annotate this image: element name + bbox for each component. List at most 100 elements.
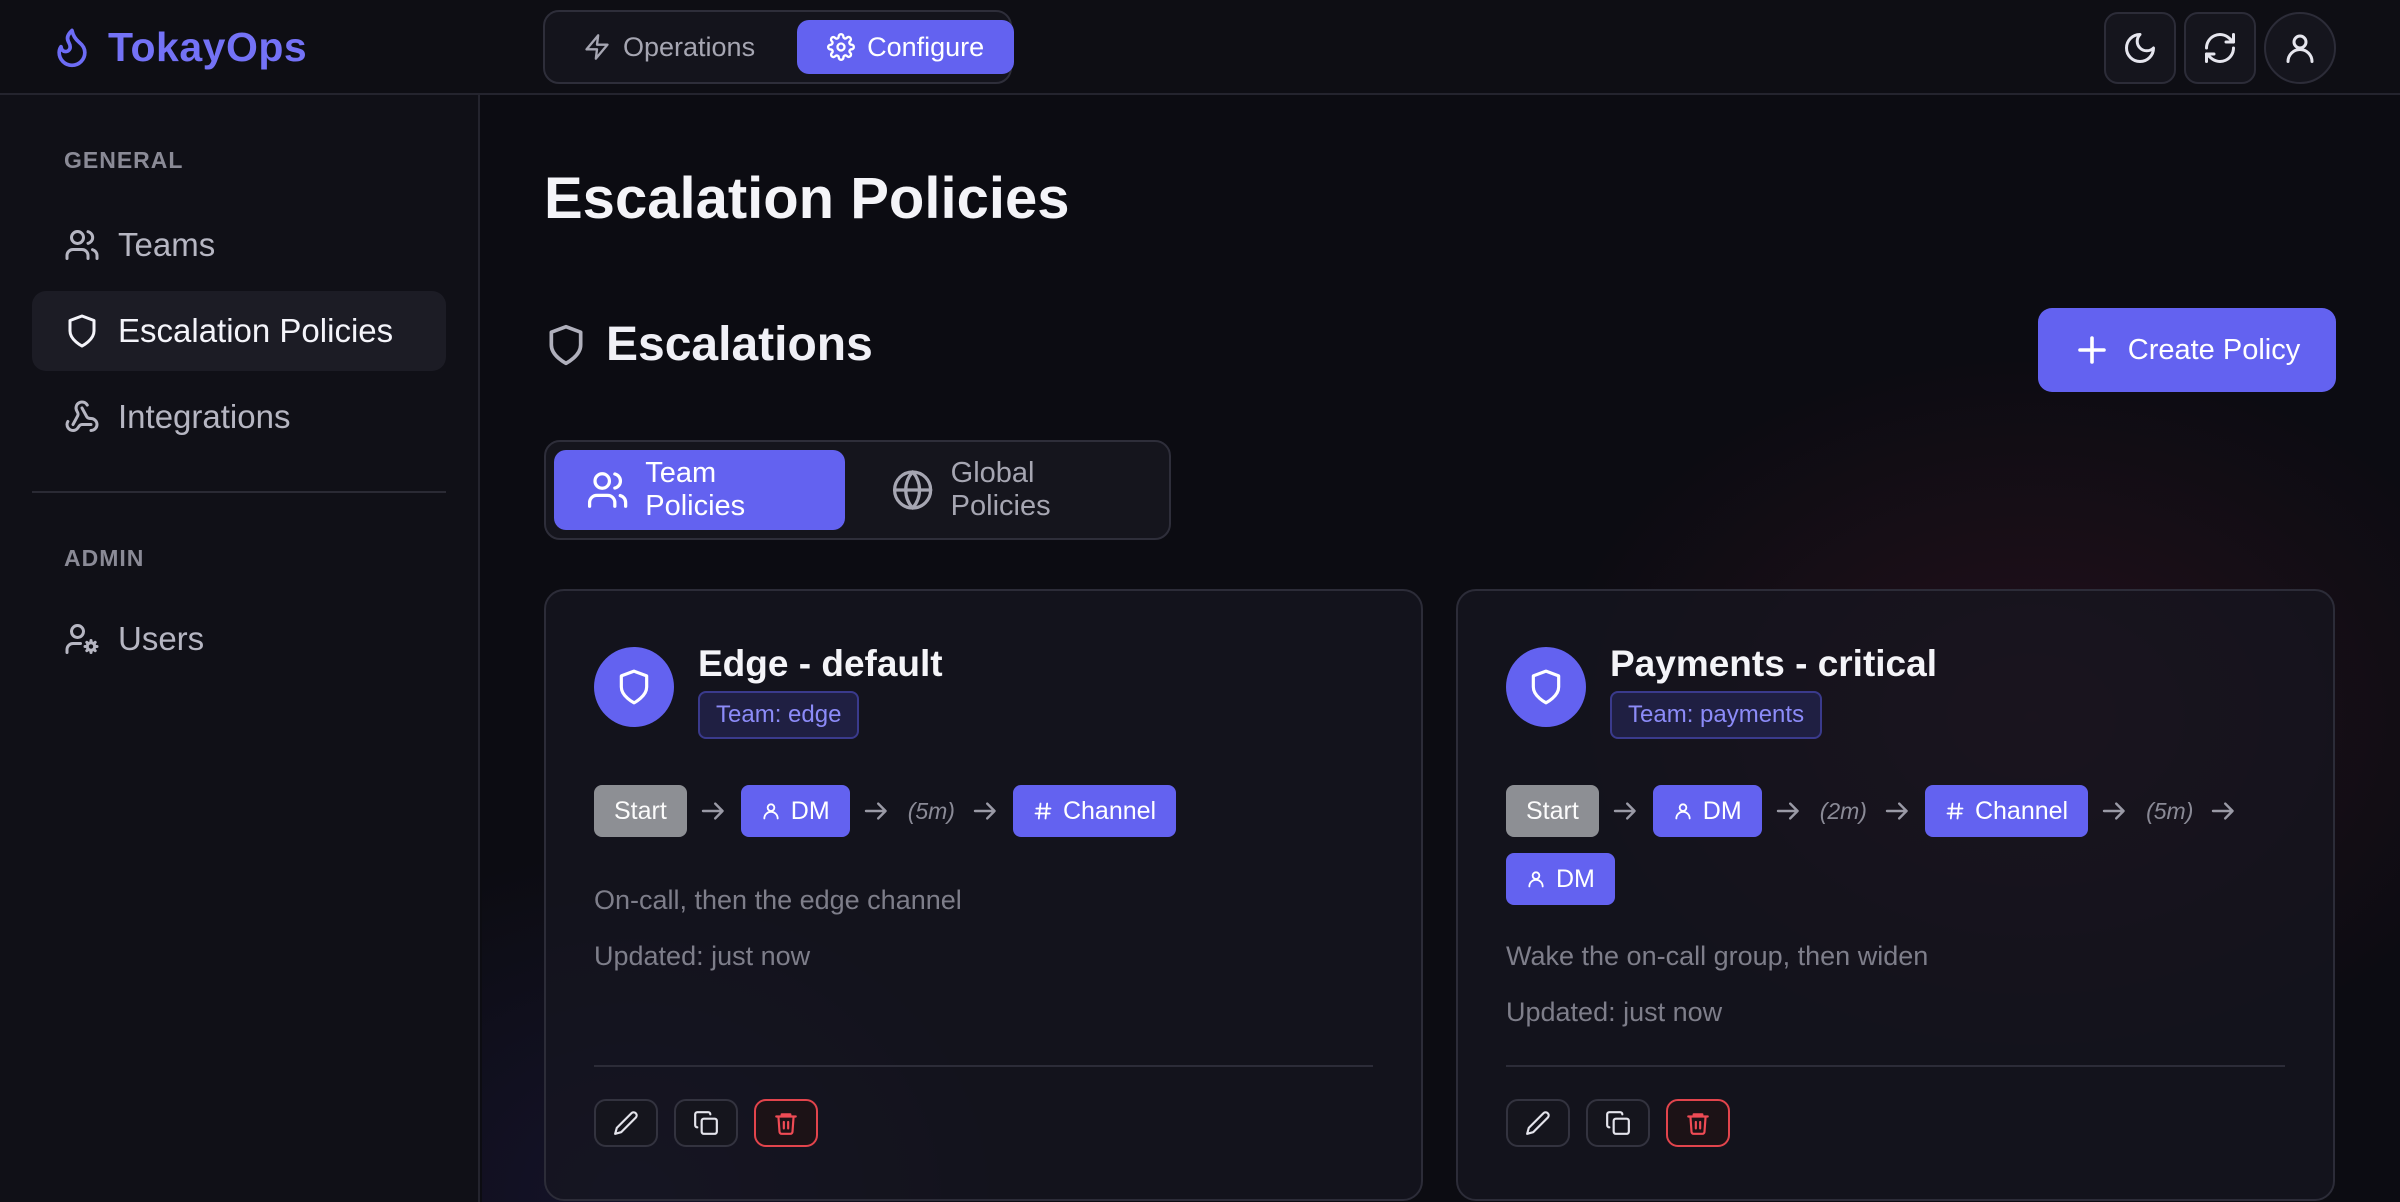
- step-delay: (2m): [1819, 797, 1867, 824]
- arrow-right-icon: [701, 802, 724, 820]
- sidebar-section-general: GENERAL: [64, 147, 184, 173]
- theme-toggle-button[interactable]: [2104, 12, 2176, 84]
- card-actions: [594, 1099, 818, 1147]
- arrow-right-icon: [2212, 802, 2235, 820]
- policy-title: Edge - default: [698, 643, 943, 684]
- top-bar: TokayOps Operations Configure: [0, 0, 2400, 95]
- webhook-icon: [65, 400, 99, 432]
- mode-operations-button[interactable]: Operations: [553, 20, 785, 74]
- shield-icon: [549, 324, 583, 365]
- pencil-icon: [614, 1111, 638, 1135]
- step-label: DM: [1556, 864, 1595, 893]
- mode-switch: Operations Configure: [543, 10, 1015, 84]
- escalation-steps: Start DM (5m) Channel: [594, 785, 1381, 837]
- arrow-right-icon: [2102, 802, 2125, 820]
- sidebar-item-escalation-policies[interactable]: Escalation Policies: [32, 291, 446, 371]
- edit-button[interactable]: [594, 1099, 658, 1147]
- team-tag: Team: edge: [698, 691, 860, 739]
- pencil-icon: [1526, 1111, 1550, 1135]
- step-label: Channel: [1062, 796, 1157, 825]
- policy-title: Payments - critical: [1610, 643, 1937, 684]
- policy-card[interactable]: Payments - critical Team: payments Start…: [1456, 589, 2335, 1201]
- mode-operations-label: Operations: [623, 31, 756, 62]
- profile-button[interactable]: [2264, 12, 2336, 84]
- tab-global-policies[interactable]: Global Policies: [859, 450, 1161, 530]
- step-start: Start: [1506, 785, 1599, 837]
- team-tag: Team: payments: [1610, 691, 1823, 739]
- sidebar-item-label: Integrations: [118, 398, 291, 435]
- main-content: Escalation Policies Escalations Create P…: [482, 97, 2400, 1202]
- hash-icon: [1034, 802, 1052, 820]
- tab-label: Team Policies: [645, 457, 746, 522]
- create-policy-button[interactable]: Create Policy: [2038, 308, 2336, 392]
- refresh-button[interactable]: [2184, 12, 2256, 84]
- user-icon: [2286, 34, 2314, 63]
- edit-button[interactable]: [1506, 1099, 1570, 1147]
- sidebar-divider: [32, 491, 446, 493]
- step-label: Channel: [1974, 796, 2069, 825]
- sidebar-item-label: Users: [118, 620, 205, 657]
- shield-icon: [68, 314, 96, 348]
- moon-icon: [2125, 33, 2155, 63]
- create-policy-label: Create Policy: [2127, 333, 2301, 366]
- sidebar-item-teams[interactable]: Teams: [32, 205, 446, 285]
- duplicate-button[interactable]: [1586, 1099, 1650, 1147]
- app-root: TokayOps Operations Configure GENERAL Te…: [0, 0, 2400, 1202]
- arrow-right-icon: [973, 802, 996, 820]
- sidebar-item-label: Teams: [118, 226, 216, 263]
- section-header: Escalations: [544, 317, 873, 372]
- plus-icon: [2077, 336, 2106, 364]
- trash-icon: [1687, 1113, 1709, 1135]
- step-label: DM: [1702, 796, 1742, 825]
- policy-updated: Updated: just now: [594, 941, 811, 971]
- gear-icon: [827, 33, 856, 61]
- top-actions: [2104, 12, 2336, 84]
- step-channel: Channel: [1012, 785, 1177, 837]
- step-label: DM: [790, 796, 830, 825]
- copy-icon: [694, 1111, 718, 1135]
- bolt-icon: [585, 34, 609, 60]
- users-icon: [65, 230, 99, 260]
- section-title: Escalations: [606, 318, 873, 371]
- tab-label: Global Policies: [950, 457, 1051, 522]
- policy-description: On-call, then the edge channel: [594, 885, 962, 915]
- duplicate-button[interactable]: [674, 1099, 738, 1147]
- step-dm: DM: [1506, 853, 1615, 905]
- delete-button[interactable]: [1666, 1099, 1730, 1147]
- user-icon: [1675, 803, 1691, 820]
- step-start: Start: [594, 785, 687, 837]
- card-divider: [594, 1065, 1373, 1067]
- policy-card[interactable]: Edge - default Team: edge Start DM (5m) …: [544, 589, 1423, 1201]
- policy-badge: [1506, 647, 1586, 727]
- policy-tabs: Team Policies Global Policies: [544, 440, 1171, 540]
- arrow-right-icon: [864, 802, 887, 820]
- mode-configure-label: Configure: [867, 31, 985, 62]
- arrow-right-icon: [1613, 802, 1636, 820]
- hash-icon: [1946, 802, 1964, 820]
- user-cog-icon: [65, 624, 99, 654]
- shield-icon: [1531, 669, 1561, 705]
- step-delay: (5m): [2146, 797, 2194, 824]
- globe-icon: [893, 470, 933, 510]
- tab-team-policies[interactable]: Team Policies: [554, 450, 846, 530]
- mode-configure-button[interactable]: Configure: [797, 20, 1015, 74]
- brand[interactable]: TokayOps: [50, 22, 307, 72]
- step-dm: DM: [740, 785, 850, 837]
- user-icon: [763, 803, 779, 820]
- sidebar-item-users[interactable]: Users: [32, 599, 446, 679]
- page-title: Escalation Policies: [544, 166, 1070, 231]
- step-channel: Channel: [1924, 785, 2089, 837]
- sidebar-item-integrations[interactable]: Integrations: [32, 377, 446, 457]
- brand-name: TokayOps: [108, 23, 308, 70]
- escalation-steps: Start DM (2m) Channel (5m) DM: [1506, 785, 2293, 905]
- step-delay: (5m): [907, 797, 955, 824]
- flame-icon: [57, 28, 87, 68]
- trash-icon: [775, 1113, 797, 1135]
- arrow-right-icon: [1776, 802, 1799, 820]
- delete-button[interactable]: [754, 1099, 818, 1147]
- refresh-icon: [2205, 33, 2235, 63]
- arrow-right-icon: [1885, 802, 1908, 820]
- sidebar-section-admin: ADMIN: [64, 545, 145, 571]
- shield-icon: [619, 669, 649, 705]
- copy-icon: [1606, 1111, 1630, 1135]
